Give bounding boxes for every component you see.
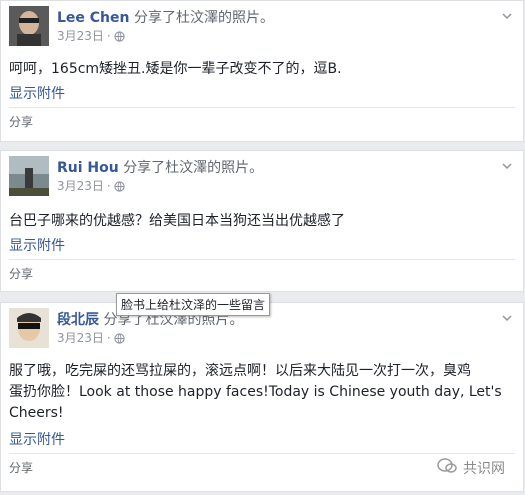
post-text-line: Cheers! (9, 405, 64, 421)
author-name[interactable]: Rui Hou (57, 160, 119, 176)
show-attachment-link[interactable]: 显示附件 (9, 429, 65, 449)
post-date[interactable]: 3月23日 (57, 179, 104, 193)
meta-separator: · (106, 179, 111, 193)
globe-icon (114, 31, 125, 45)
globe-icon (114, 333, 125, 347)
post-card: Rui Hou 分享了杜汶澤的照片。 3月23日 · 台巴子哪来的优越感？给美国日… (0, 150, 524, 292)
meta-separator: · (106, 331, 111, 345)
author-name[interactable]: 段北辰 (57, 312, 99, 328)
chevron-down-icon[interactable] (501, 309, 513, 322)
post-card: Lee Chen 分享了杜汶澤的照片。 3月23日 · 呵呵，165cm矮挫丑.矮… (0, 0, 524, 142)
avatar[interactable] (9, 6, 49, 46)
post-meta: 3月23日 · (57, 329, 125, 347)
divider (9, 453, 515, 454)
post-action: 分享了杜汶澤的照片。 (123, 160, 264, 176)
post-date[interactable]: 3月23日 (57, 29, 104, 43)
tooltip: 脸书上给杜汶泽的一些留言 (116, 293, 271, 316)
post-text-line: 蛋扔你脸！Look at those happy faces!Today is … (9, 384, 502, 400)
watermark-text: 共识网 (463, 461, 505, 477)
watermark-logo-icon (437, 458, 457, 478)
post-text-line: 服了哦，吃完屎的还骂拉屎的，滚远点啊！以后来大陆见一次打一次，臭鸡 (9, 363, 471, 379)
post-meta: 3月23日 · (57, 177, 125, 195)
post-meta: 3月23日 · (57, 27, 125, 45)
chevron-down-icon[interactable] (501, 157, 513, 170)
post-header: Lee Chen 分享了杜汶澤的照片。 (57, 7, 274, 27)
divider (9, 107, 515, 108)
chevron-down-icon[interactable] (501, 7, 513, 20)
post-action: 分享了杜汶澤的照片。 (133, 10, 274, 26)
globe-icon (114, 181, 125, 195)
share-button[interactable]: 分享 (9, 113, 33, 130)
show-attachment-link[interactable]: 显示附件 (9, 235, 65, 255)
show-attachment-link[interactable]: 显示附件 (9, 83, 65, 103)
divider (9, 259, 515, 260)
post-text: 呵呵，165cm矮挫丑.矮是你一辈子改变不了的，逗B. (9, 61, 342, 77)
avatar[interactable] (9, 308, 49, 348)
avatar[interactable] (9, 156, 49, 196)
meta-separator: · (106, 29, 111, 43)
post-header: Rui Hou 分享了杜汶澤的照片。 (57, 157, 263, 177)
post-text: 服了哦，吃完屎的还骂拉屎的，滚远点啊！以后来大陆见一次打一次，臭鸡 蛋扔你脸！L… (9, 361, 509, 424)
post-date[interactable]: 3月23日 (57, 331, 104, 345)
watermark: 共识网 (437, 458, 505, 478)
author-name[interactable]: Lee Chen (57, 10, 130, 26)
post-text: 台巴子哪来的优越感？给美国日本当狗还当出优越感了 (9, 213, 345, 229)
share-button[interactable]: 分享 (9, 265, 33, 282)
share-button[interactable]: 分享 (9, 459, 33, 476)
